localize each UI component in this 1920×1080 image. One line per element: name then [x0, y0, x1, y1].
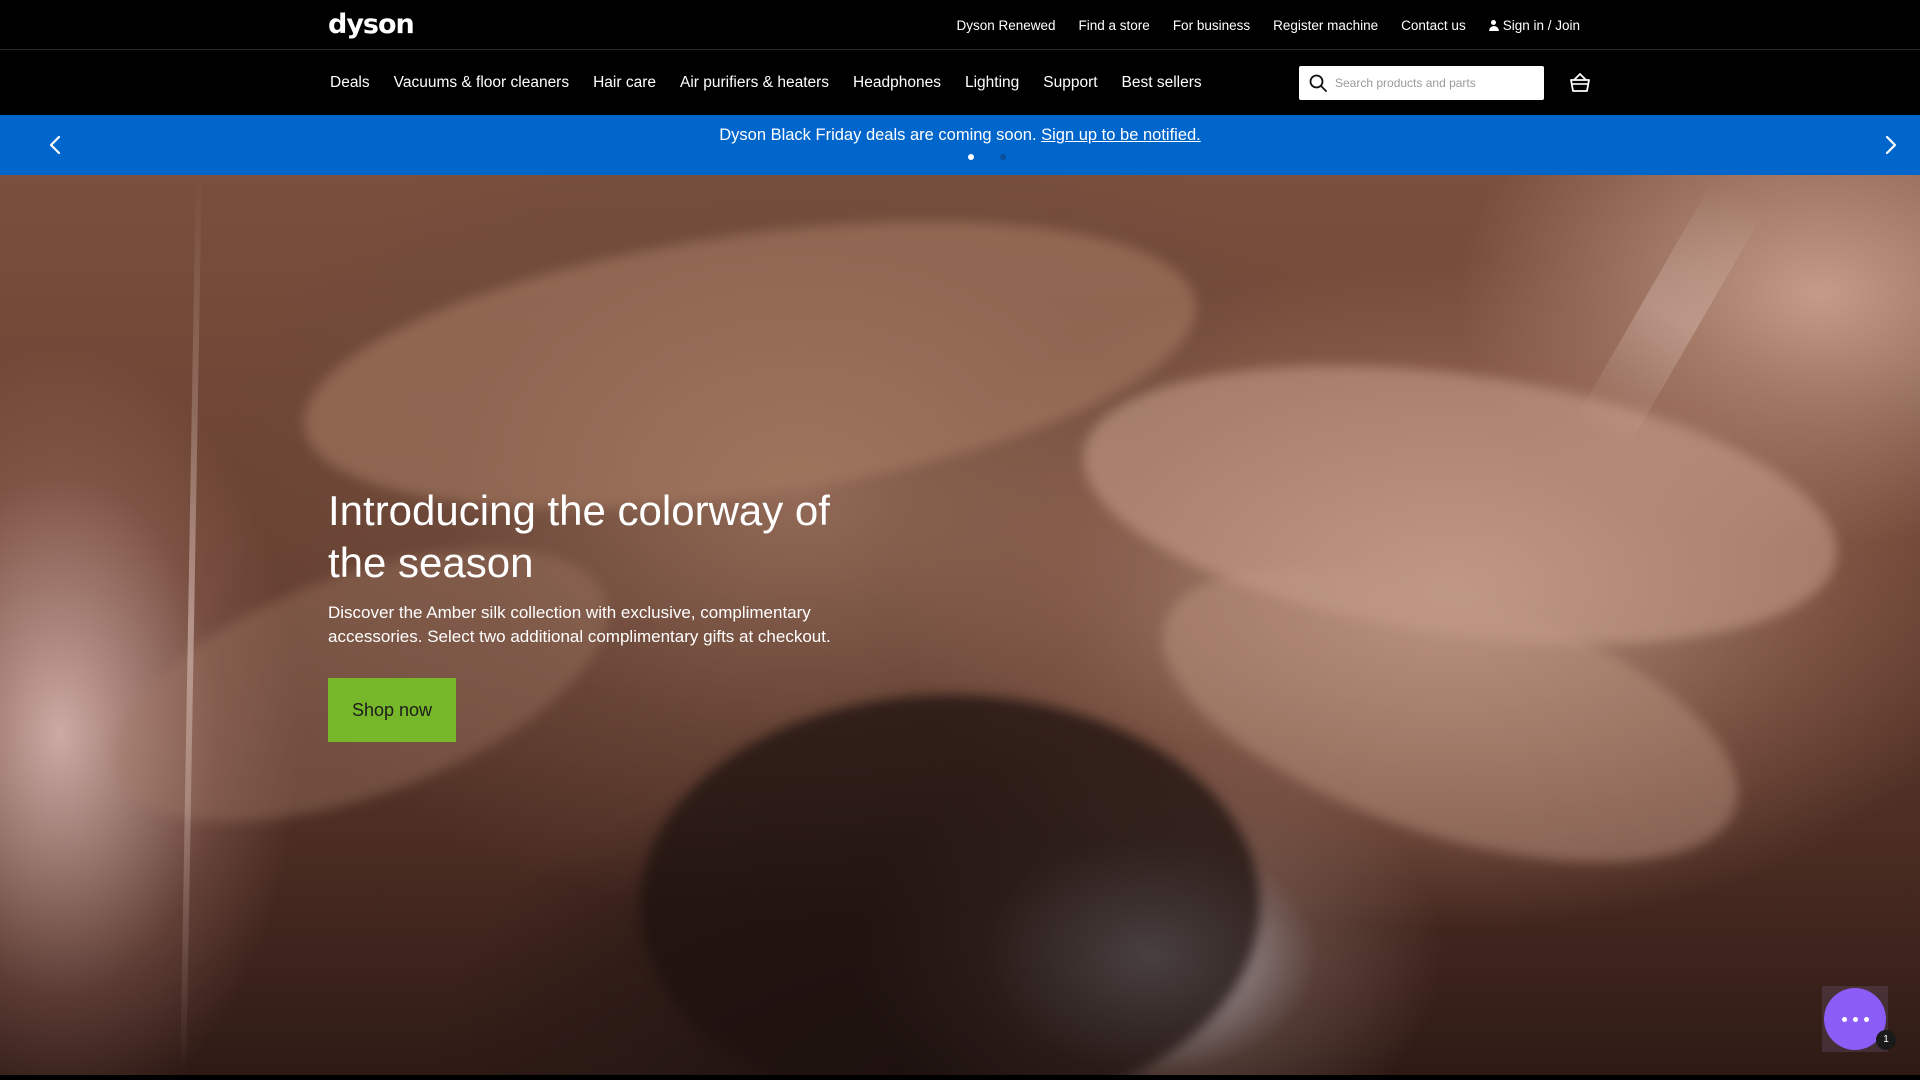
- hero-image-light-streak: [180, 175, 202, 1075]
- nav-item-headphones[interactable]: Headphones: [853, 74, 941, 92]
- shop-now-button[interactable]: Shop now: [328, 678, 456, 742]
- chat-icon: [1841, 1016, 1847, 1022]
- promo-message: Dyson Black Friday deals are coming soon…: [719, 126, 1037, 144]
- search-box[interactable]: [1299, 66, 1544, 100]
- utility-link-register-machine[interactable]: Register machine: [1273, 18, 1378, 33]
- nav-item-vacuums[interactable]: Vacuums & floor cleaners: [394, 74, 569, 92]
- sign-in-label: Sign in / Join: [1502, 17, 1580, 33]
- utility-link-dyson-renewed[interactable]: Dyson Renewed: [956, 18, 1055, 33]
- promo-banner: Dyson Black Friday deals are coming soon…: [0, 115, 1920, 175]
- utility-bar: dyson Dyson Renewed Find a store For bus…: [0, 0, 1920, 50]
- user-icon: [1488, 19, 1499, 31]
- hero-image-light-streak: [1574, 178, 1766, 452]
- hero-title: Introducing the colorway of the season: [328, 487, 830, 586]
- promo-signup-link[interactable]: Sign up to be notified.: [1041, 126, 1201, 144]
- hero-image-shoulder: [640, 695, 1260, 1075]
- carousel-dot-2[interactable]: [1000, 154, 1006, 160]
- main-nav: Deals Vacuums & floor cleaners Hair care…: [0, 51, 1920, 115]
- sign-in-link[interactable]: Sign in / Join: [1488, 17, 1580, 33]
- utility-link-for-business[interactable]: For business: [1173, 18, 1250, 33]
- chat-icon: [1852, 1016, 1858, 1022]
- chat-icon: [1863, 1016, 1869, 1022]
- nav-item-best-sellers[interactable]: Best sellers: [1122, 74, 1202, 92]
- promo-text: Dyson Black Friday deals are coming soon…: [0, 126, 1920, 145]
- chat-badge: 1: [1876, 1030, 1896, 1050]
- chevron-right-icon[interactable]: [1877, 132, 1903, 158]
- nav-item-deals[interactable]: Deals: [330, 74, 370, 92]
- basket-icon[interactable]: [1568, 71, 1592, 95]
- carousel-dots: [968, 154, 1006, 160]
- hero-subtitle: Discover the Amber silk collection with …: [328, 603, 831, 646]
- utility-link-find-a-store[interactable]: Find a store: [1079, 18, 1150, 33]
- search-input[interactable]: [1335, 76, 1535, 90]
- nav-item-air-purifiers[interactable]: Air purifiers & heaters: [680, 74, 829, 92]
- search-icon: [1309, 74, 1327, 92]
- main-nav-items: Deals Vacuums & floor cleaners Hair care…: [330, 51, 1202, 115]
- nav-item-support[interactable]: Support: [1043, 74, 1097, 92]
- utility-nav: Dyson Renewed Find a store For business …: [956, 0, 1580, 50]
- carousel-dot-1[interactable]: [968, 154, 974, 160]
- nav-item-hair-care[interactable]: Hair care: [593, 74, 656, 92]
- nav-item-lighting[interactable]: Lighting: [965, 74, 1019, 92]
- utility-link-contact-us[interactable]: Contact us: [1401, 18, 1466, 33]
- dyson-logo[interactable]: dyson: [328, 9, 415, 40]
- hero-section: Introducing the colorway of the season D…: [0, 175, 1920, 1075]
